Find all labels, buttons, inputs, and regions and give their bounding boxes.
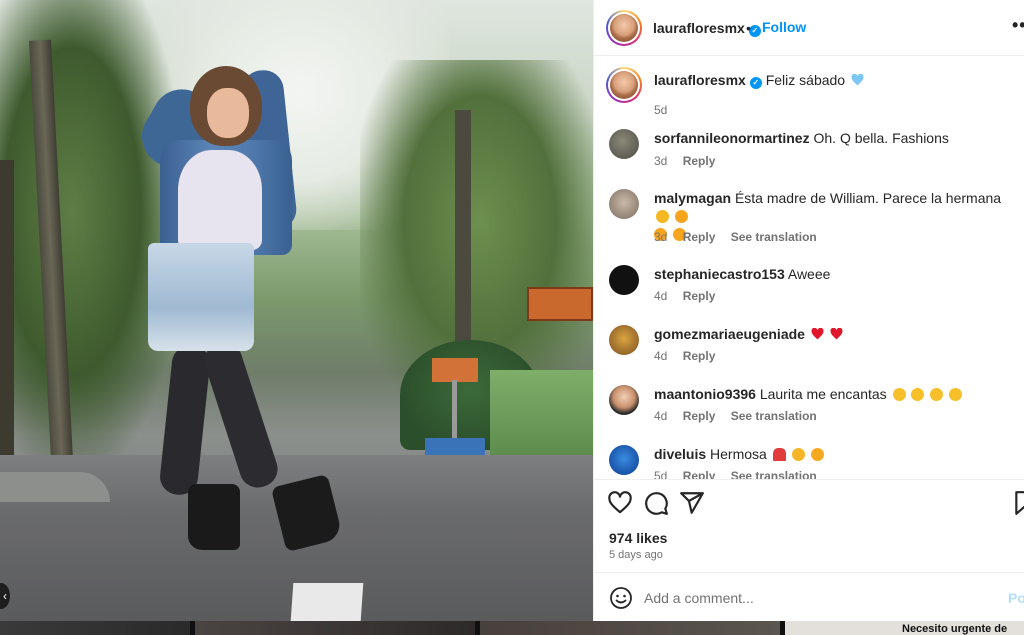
comment-avatar[interactable]	[609, 129, 639, 159]
comment-username[interactable]: diveluis	[654, 446, 706, 462]
comment-row: stephaniecastro153 Aweee 4d Reply	[594, 263, 1024, 313]
comment-input[interactable]	[644, 587, 984, 609]
figure-boot-left	[188, 484, 240, 550]
heart-eyes-face-icon	[892, 388, 906, 401]
hugging-face-icon	[791, 448, 805, 461]
likes-count[interactable]: 974 likes	[609, 530, 667, 546]
photo-curb	[0, 472, 110, 502]
separator-dot: •	[746, 20, 751, 36]
reply-button[interactable]: Reply	[683, 154, 716, 168]
comment-meta: 4d Reply	[654, 349, 716, 363]
comment-avatar[interactable]	[609, 189, 639, 219]
photo-sign-small	[432, 358, 478, 382]
comment-avatar[interactable]	[609, 385, 639, 415]
astonished-face-icon	[656, 210, 669, 223]
author-avatar-image	[610, 14, 638, 42]
comment-row: gomezmariaeugeniade 4d Reply	[594, 323, 1024, 373]
reply-button[interactable]: Reply	[683, 289, 716, 303]
post-photo[interactable]: ‹	[0, 0, 593, 621]
comment-meta: 4d Reply See translation	[654, 409, 817, 423]
heart-eyes-face-icon	[949, 388, 963, 401]
comment-avatar[interactable]	[609, 265, 639, 295]
comment-row: maantonio9396 Laurita me encantas 4d Rep…	[594, 383, 1024, 433]
post-actions: 974 likes 5 days ago	[594, 479, 1024, 571]
laughing-face-icon	[674, 210, 688, 223]
post-header: laurafloresmx✓ • Follow ••	[594, 0, 1024, 56]
comments-list[interactable]: laurafloresmx ✓ Feliz sábado 5d sorfannil…	[594, 57, 1024, 479]
author-avatar[interactable]	[606, 10, 642, 46]
figure-shorts	[148, 243, 254, 351]
comment-meta: 5d Reply See translation	[654, 469, 829, 479]
verified-badge-icon: ✓	[749, 77, 762, 89]
caption-row: laurafloresmx ✓ Feliz sábado 5d	[594, 67, 1024, 117]
comment-username[interactable]: malymagan	[654, 190, 731, 206]
photo-tree-left	[0, 0, 180, 470]
comment-avatar[interactable]	[609, 445, 639, 475]
caption-username[interactable]: laurafloresmx	[654, 72, 746, 88]
comment-username[interactable]: sorfannileonormartinez	[654, 130, 810, 146]
rose-icon	[772, 448, 786, 461]
caption-text: laurafloresmx ✓ Feliz sábado	[654, 71, 1014, 89]
see-translation-button[interactable]: See translation	[731, 409, 817, 423]
save-bookmark-icon[interactable]	[1012, 490, 1024, 516]
kiss-face-icon	[810, 448, 824, 461]
author-username[interactable]: laurafloresmx ✓	[653, 20, 761, 37]
figure-face	[207, 88, 249, 138]
comment-username[interactable]: stephaniecastro153	[654, 266, 785, 282]
see-translation-button[interactable]: See translation	[731, 230, 817, 244]
comment-meta: 4d Reply	[654, 289, 716, 303]
photo-green-wall	[490, 370, 593, 460]
comment-meta: 3d Reply	[654, 154, 716, 168]
more-options-icon[interactable]: ••	[1012, 15, 1024, 36]
figure-top	[178, 150, 262, 250]
comment-bubble-icon[interactable]	[643, 490, 669, 516]
photo-lane-marking	[290, 583, 364, 621]
red-heart-icon	[830, 328, 843, 340]
emoji-picker-icon[interactable]	[609, 586, 633, 610]
comment-row: malymagan Ésta madre de William. Parece …	[594, 187, 1024, 247]
comment-username[interactable]: maantonio9396	[654, 386, 756, 402]
follow-button[interactable]: Follow	[762, 19, 806, 35]
comment-row: diveluis Hermosa 5d Reply See translatio…	[594, 443, 1024, 479]
red-heart-icon	[811, 328, 824, 340]
feed-thumb	[480, 621, 780, 635]
reply-button[interactable]: Reply	[683, 349, 716, 363]
reply-button[interactable]: Reply	[683, 230, 716, 244]
caption-meta: 5d	[654, 103, 679, 117]
share-send-icon[interactable]	[679, 490, 705, 516]
post-side-panel: laurafloresmx✓ • Follow •• laurafloresmx…	[593, 0, 1024, 621]
comment-username[interactable]: gomezmariaeugeniade	[654, 326, 805, 342]
comment-meta: 3d Reply See translation	[654, 230, 817, 244]
comment-text: sorfannileonormartinez Oh. Q bella. Fash…	[654, 130, 949, 146]
add-comment-bar: Post	[594, 572, 1024, 621]
background-feed-strip	[0, 621, 1024, 635]
feed-thumb-text: Necesito urgente de	[902, 623, 1008, 635]
like-heart-icon[interactable]	[607, 490, 633, 516]
feed-thumb	[0, 621, 190, 635]
photo-sign	[527, 287, 593, 321]
reply-button[interactable]: Reply	[683, 409, 716, 423]
comment-text: diveluis Hermosa	[654, 445, 1014, 463]
photo-trunk-edge	[0, 160, 14, 460]
post-timestamp: 5 days ago	[609, 549, 663, 561]
comment-text: maantonio9396 Laurita me encantas	[654, 385, 1014, 403]
comment-text: stephaniecastro153 Aweee	[654, 266, 831, 282]
comment-text: gomezmariaeugeniade	[654, 325, 1014, 343]
see-translation-button[interactable]: See translation	[731, 469, 817, 479]
caption-author-avatar[interactable]	[606, 67, 642, 103]
comment-row: sorfannileonormartinez Oh. Q bella. Fash…	[594, 127, 1024, 177]
caption-body: Feliz sábado	[765, 72, 846, 88]
heart-eyes-face-icon	[911, 388, 925, 401]
feed-thumb	[195, 621, 475, 635]
blue-heart-icon	[851, 74, 864, 86]
heart-eyes-face-icon	[930, 388, 944, 401]
post-comment-button[interactable]: Post	[1008, 590, 1024, 606]
caption-age: 5d	[654, 103, 668, 117]
reply-button[interactable]: Reply	[683, 469, 716, 479]
comment-avatar[interactable]	[609, 325, 639, 355]
